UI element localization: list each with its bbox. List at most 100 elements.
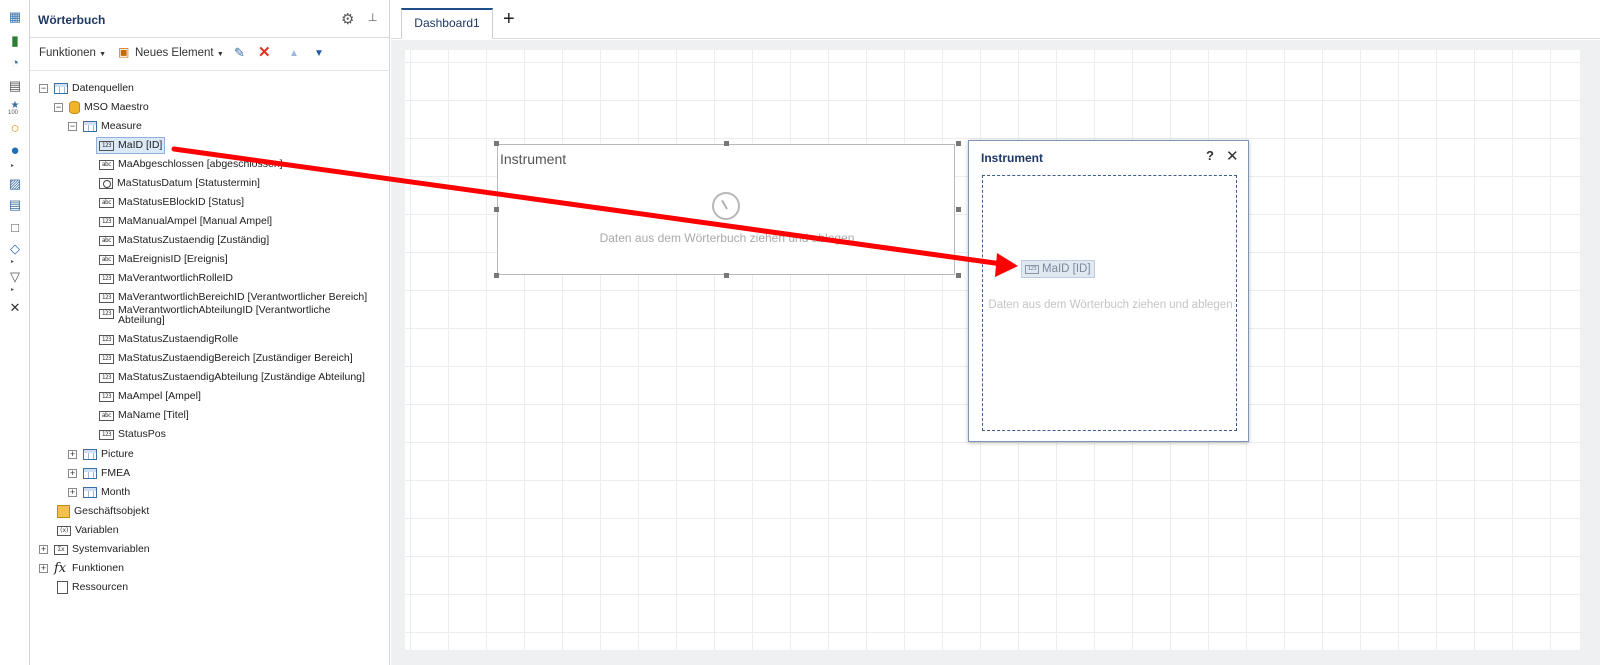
tree-field[interactable]: 123 StatusPos bbox=[99, 426, 166, 443]
close-button[interactable]: ✕ bbox=[1226, 147, 1239, 165]
help-button[interactable]: ? bbox=[1206, 148, 1214, 163]
bar-chart-icon[interactable]: ▮ bbox=[7, 33, 23, 49]
dragged-field[interactable]: 123 MaID [ID] bbox=[1021, 260, 1095, 278]
field-label: MaManualAmpel [Manual Ampel] bbox=[118, 215, 273, 227]
indicator-caption: 100 bbox=[8, 110, 19, 116]
globe-icon[interactable]: ● bbox=[7, 143, 23, 159]
resource-icon bbox=[57, 581, 68, 594]
expand-caret-icon[interactable]: ▸ bbox=[11, 162, 14, 169]
field-label-continuation: Abteilung] bbox=[118, 314, 165, 326]
resize-handle[interactable] bbox=[724, 273, 729, 278]
resize-handle[interactable] bbox=[494, 207, 499, 212]
numeric-field-icon: 123 bbox=[99, 391, 114, 402]
tree-node-label: FMEA bbox=[101, 467, 131, 479]
tree-field[interactable]: 123 MaManualAmpel [Manual Ampel] bbox=[99, 213, 272, 230]
field-label: MaStatusEBlockID [Status] bbox=[118, 196, 245, 208]
resize-handle[interactable] bbox=[494, 141, 499, 146]
instrument-component-hint: Daten aus dem Wörterbuch ziehen und able… bbox=[599, 231, 855, 245]
tree-node-fmea[interactable]: + FMEA bbox=[68, 465, 130, 482]
tree-node-datasources[interactable]: − Datenquellen bbox=[39, 80, 134, 97]
expand-icon[interactable]: + bbox=[39, 545, 48, 554]
tree-field[interactable]: 123 MaVerantwortlichAbteilungID [Verantw… bbox=[99, 305, 330, 333]
instrument-component[interactable]: Instrument Daten aus dem Wörterbuch zieh… bbox=[497, 144, 955, 275]
table-icon[interactable]: ▦ bbox=[7, 9, 23, 25]
resize-handle[interactable] bbox=[956, 273, 961, 278]
tree-node-variables[interactable]: (x) Variablen bbox=[57, 522, 119, 539]
field-label: MaStatusZustaendigRolle bbox=[118, 333, 239, 345]
tree-field[interactable]: 123 MaStatusZustaendigAbteilung [Zuständ… bbox=[99, 369, 365, 386]
functions-menu-label: Funktionen bbox=[39, 47, 96, 59]
move-up-icon[interactable]: ▲ bbox=[289, 48, 299, 59]
expand-icon[interactable]: + bbox=[68, 450, 77, 459]
tree-node-business-objects[interactable]: Geschäftsobjekt bbox=[57, 503, 149, 520]
new-element-menu[interactable]: Neues Element ▼ bbox=[135, 47, 224, 59]
numeric-field-icon: 123 bbox=[99, 292, 114, 303]
tree-field[interactable]: abc MaName [Titel] bbox=[99, 407, 189, 424]
move-down-icon[interactable]: ▼ bbox=[314, 48, 324, 59]
shapes-icon[interactable]: ◇ bbox=[7, 241, 23, 257]
resize-handle[interactable] bbox=[724, 141, 729, 146]
tab-dashboard1[interactable]: Dashboard1 bbox=[401, 8, 493, 39]
tree-field[interactable]: abc MaStatusZustaendig [Zuständig] bbox=[99, 232, 269, 249]
tree-node-label: Datenquellen bbox=[72, 82, 134, 94]
tree-node-month[interactable]: + Month bbox=[68, 484, 130, 501]
gauge-icon[interactable]: ◔ bbox=[7, 55, 23, 71]
tree-node-functions[interactable]: + fx Funktionen bbox=[39, 560, 124, 577]
drop-zone[interactable]: Daten aus dem Wörterbuch ziehen und able… bbox=[982, 175, 1237, 431]
tree-field-selected[interactable]: 123 MaID [ID] bbox=[96, 137, 166, 154]
field-label: MaStatusZustaendig [Zuständig] bbox=[118, 234, 270, 246]
table-icon bbox=[83, 121, 97, 132]
tree-field[interactable]: abc MaStatusEBlockID [Status] bbox=[99, 194, 244, 211]
tree-field[interactable]: 123 MaAmpel [Ampel] bbox=[99, 388, 201, 405]
field-label: StatusPos bbox=[118, 428, 166, 440]
tree-field[interactable]: 123 MaStatusZustaendigBereich [Zuständig… bbox=[99, 350, 353, 367]
numeric-field-icon: 123 bbox=[99, 334, 114, 345]
expand-icon[interactable]: + bbox=[68, 488, 77, 497]
add-tab-button[interactable]: + bbox=[503, 8, 515, 30]
numeric-field-icon: 123 bbox=[99, 216, 114, 227]
expand-icon[interactable]: + bbox=[68, 469, 77, 478]
tree-field[interactable]: 123 MaVerantwortlichRolleID bbox=[99, 270, 233, 287]
field-label: MaAmpel [Ampel] bbox=[118, 390, 201, 402]
tree-field[interactable]: abc MaAbgeschlossen [abgeschlossen] bbox=[99, 156, 283, 173]
collapse-icon[interactable]: − bbox=[39, 84, 48, 93]
gear-icon[interactable]: ⚙ bbox=[341, 10, 354, 28]
image-icon[interactable]: ▨ bbox=[7, 176, 23, 192]
resize-handle[interactable] bbox=[956, 141, 961, 146]
tree-node-resources[interactable]: Ressourcen bbox=[57, 579, 128, 596]
text-field-icon: abc bbox=[99, 410, 114, 421]
expand-caret-icon[interactable]: ▸ bbox=[11, 286, 14, 293]
pin-icon[interactable]: ⊥ bbox=[368, 11, 378, 24]
resize-handle[interactable] bbox=[494, 273, 499, 278]
table-icon bbox=[83, 449, 97, 460]
edit-icon[interactable]: ✎ bbox=[234, 45, 245, 61]
tools-icon[interactable]: ✕ bbox=[7, 300, 23, 316]
text-icon[interactable]: ▤ bbox=[7, 197, 23, 213]
document-icon[interactable]: ▤ bbox=[7, 78, 23, 94]
tree-node-label: Ressourcen bbox=[72, 581, 129, 593]
collapse-icon[interactable]: − bbox=[54, 103, 63, 112]
system-variable-icon: Σx bbox=[54, 544, 68, 555]
variable-icon: (x) bbox=[57, 525, 71, 536]
functions-menu[interactable]: Funktionen ▼ bbox=[39, 47, 106, 59]
expand-caret-icon[interactable]: ▸ bbox=[11, 258, 14, 265]
ring-icon[interactable]: ○ bbox=[7, 121, 23, 137]
numeric-field-icon: 123 bbox=[1025, 264, 1039, 274]
dialog-title: Instrument bbox=[981, 151, 1044, 165]
tree-field[interactable]: abc MaEreignisID [Ereignis] bbox=[99, 251, 228, 268]
tree-field[interactable]: MaStatusDatum [Statustermin] bbox=[99, 175, 260, 192]
database-icon bbox=[69, 101, 80, 114]
filter-icon[interactable]: ▽ bbox=[7, 269, 23, 285]
tree-node-system-variables[interactable]: + Σx Systemvariablen bbox=[39, 541, 150, 558]
dictionary-title: Wörterbuch bbox=[38, 13, 106, 27]
drop-zone-hint: Daten aus dem Wörterbuch ziehen und able… bbox=[988, 299, 1233, 311]
tree-node-picture[interactable]: + Picture bbox=[68, 446, 134, 463]
collapse-icon[interactable]: − bbox=[68, 122, 77, 131]
tree-field[interactable]: 123 MaStatusZustaendigRolle bbox=[99, 331, 238, 348]
expand-icon[interactable]: + bbox=[39, 564, 48, 573]
tree-node-connection[interactable]: − MSO Maestro bbox=[54, 99, 149, 116]
delete-icon[interactable]: ✕ bbox=[258, 43, 271, 61]
rectangle-icon[interactable]: □ bbox=[7, 220, 23, 236]
resize-handle[interactable] bbox=[956, 207, 961, 212]
tree-node-measure[interactable]: − Measure bbox=[68, 118, 142, 135]
